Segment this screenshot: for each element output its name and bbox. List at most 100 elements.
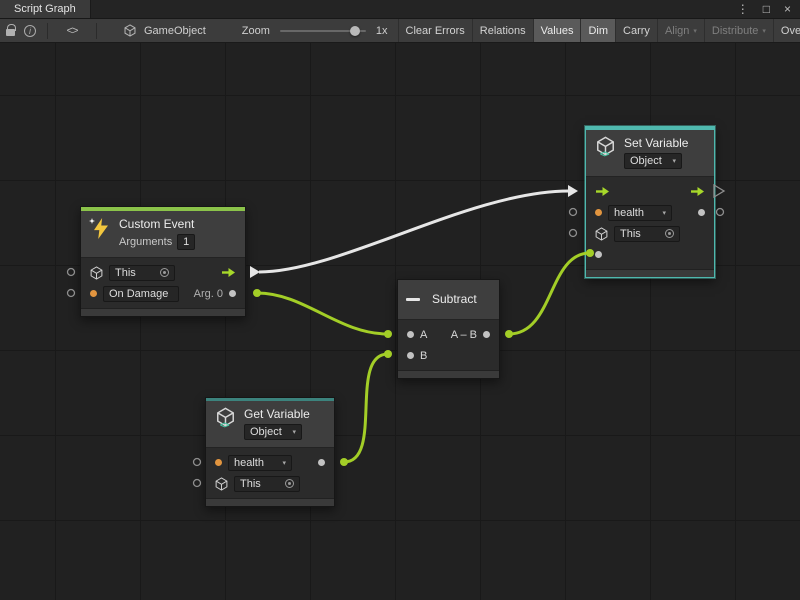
connection-endpoint[interactable] [384, 350, 392, 358]
distribute-button[interactable]: Distribute▾ [704, 19, 773, 43]
value-in-port[interactable] [595, 251, 602, 258]
node-header[interactable]: <> Get Variable Object ▾ [206, 401, 334, 448]
maximize-icon[interactable]: □ [763, 3, 770, 15]
tab-script-graph[interactable]: Script Graph [0, 0, 91, 18]
zoom-slider-handle[interactable] [350, 26, 360, 36]
variable-brackets-icon: <> [220, 420, 229, 430]
input-a-row: A A – B [398, 324, 499, 345]
node-header[interactable]: <> Set Variable Object ▾ [586, 130, 714, 177]
target-object-field[interactable]: This [109, 265, 175, 281]
target-object-field[interactable]: This [614, 226, 680, 242]
node-footer [586, 269, 714, 277]
graph-canvas[interactable]: Custom Event Arguments 1 This [0, 43, 800, 600]
object-picker-icon[interactable] [665, 229, 674, 238]
input-a-port[interactable] [407, 331, 414, 338]
flow-in-port-icon[interactable] [595, 186, 610, 197]
value-out-port[interactable] [698, 209, 705, 216]
scope-value: Object [250, 426, 282, 438]
target-value: This [620, 228, 641, 240]
tab-title: Script Graph [14, 3, 76, 15]
unconnected-port-ring[interactable] [68, 290, 75, 297]
gameobject-label: GameObject [144, 25, 206, 37]
node-header[interactable]: Subtract [398, 280, 499, 320]
result-out-port[interactable] [483, 331, 490, 338]
chevron-down-icon: ▾ [762, 27, 766, 35]
variable-name-value: health [234, 457, 264, 469]
unconnected-port-ring[interactable] [570, 230, 577, 237]
unconnected-port-ring[interactable] [194, 459, 201, 466]
flow-out-marker[interactable] [250, 266, 260, 278]
connection-arg0-to-a [257, 293, 388, 334]
variable-scope-dropdown[interactable]: Object ▾ [624, 153, 682, 169]
titlebar: Script Graph ⋮ □ × [0, 0, 800, 19]
unconnected-port-ring[interactable] [570, 209, 577, 216]
input-b-port[interactable] [407, 352, 414, 359]
chevron-down-icon: ▾ [292, 428, 296, 436]
node-title: Get Variable [244, 407, 310, 422]
connection-endpoint[interactable] [384, 330, 392, 338]
event-name-port[interactable] [90, 290, 97, 297]
flow-row [586, 181, 714, 202]
lock-button[interactable] [0, 25, 20, 36]
object-picker-icon[interactable] [160, 268, 169, 277]
toolbar-separator [96, 23, 97, 39]
arguments-input[interactable]: 1 [177, 234, 195, 250]
target-row: This [81, 262, 245, 283]
relations-button[interactable]: Relations [472, 19, 533, 43]
node-body: A A – B B [398, 320, 499, 370]
clear-errors-button[interactable]: Clear Errors [398, 19, 472, 43]
align-button[interactable]: Align▾ [657, 19, 704, 43]
flow-out-port-icon[interactable] [690, 186, 705, 197]
event-name-input[interactable]: On Damage [103, 286, 179, 302]
target-object-field[interactable]: This [234, 476, 300, 492]
variable-icon: <> [214, 407, 238, 431]
variable-name-dropdown[interactable]: health ▾ [228, 455, 292, 471]
node-title: Set Variable [624, 136, 688, 151]
connection-result-to-setvar [509, 253, 590, 334]
edit-source-button[interactable]: <> [55, 25, 89, 37]
script-graph-window: Script Graph ⋮ □ × i <> GameObject Zoom … [0, 0, 800, 600]
button-label: Dim [588, 25, 608, 37]
connection-getvar-to-b [344, 354, 388, 462]
variable-name-port[interactable] [215, 459, 222, 466]
window-menu-icon[interactable]: ⋮ [737, 3, 749, 15]
zoom-slider[interactable] [280, 24, 366, 38]
connection-flow [259, 191, 569, 272]
unconnected-port-ring[interactable] [68, 269, 75, 276]
node-footer [81, 308, 245, 316]
connection-endpoint[interactable] [253, 289, 261, 297]
unconnected-port-ring[interactable] [194, 480, 201, 487]
chevron-down-icon: ▾ [662, 209, 666, 217]
close-icon[interactable]: × [784, 3, 791, 15]
target-row: This [586, 223, 714, 244]
node-title: Subtract [432, 292, 477, 307]
overview-button[interactable]: Overv [773, 19, 800, 43]
variable-brackets-icon: <> [600, 149, 609, 159]
node-custom-event[interactable]: Custom Event Arguments 1 This [80, 206, 246, 317]
dim-button[interactable]: Dim [580, 19, 615, 43]
variable-name-port[interactable] [595, 209, 602, 216]
toolbar-separator [47, 23, 48, 39]
unconnected-flow-port[interactable] [714, 185, 724, 197]
node-get-variable[interactable]: <> Get Variable Object ▾ health ▾ [205, 397, 335, 507]
variable-name-dropdown[interactable]: health ▾ [608, 205, 672, 221]
object-picker-icon[interactable] [285, 479, 294, 488]
info-button[interactable]: i [20, 25, 40, 37]
values-button[interactable]: Values [533, 19, 581, 43]
node-subtract[interactable]: Subtract A A – B B [397, 279, 500, 379]
event-name-row: On Damage Arg. 0 [81, 283, 245, 304]
info-icon: i [24, 25, 36, 37]
carry-button[interactable]: Carry [615, 19, 657, 43]
node-footer [206, 498, 334, 506]
connection-endpoint[interactable] [340, 458, 348, 466]
flow-in-marker[interactable] [568, 185, 578, 197]
connection-endpoint[interactable] [505, 330, 513, 338]
node-set-variable[interactable]: <> Set Variable Object ▾ [585, 126, 715, 278]
flow-out-port-icon[interactable] [221, 267, 236, 278]
zoom-value: 1x [376, 25, 388, 37]
arg0-out-port[interactable] [229, 290, 236, 297]
variable-scope-dropdown[interactable]: Object ▾ [244, 424, 302, 440]
value-out-port[interactable] [318, 459, 325, 466]
unconnected-port-ring[interactable] [717, 209, 724, 216]
node-header[interactable]: Custom Event Arguments 1 [81, 211, 245, 258]
